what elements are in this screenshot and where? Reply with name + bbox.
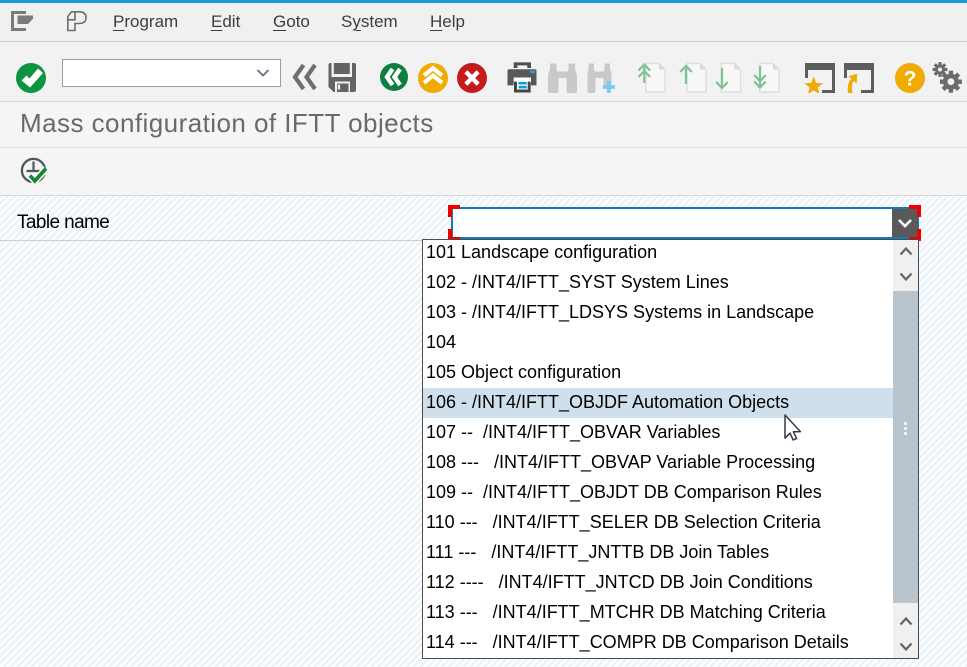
svg-text:?: ? <box>904 68 917 91</box>
